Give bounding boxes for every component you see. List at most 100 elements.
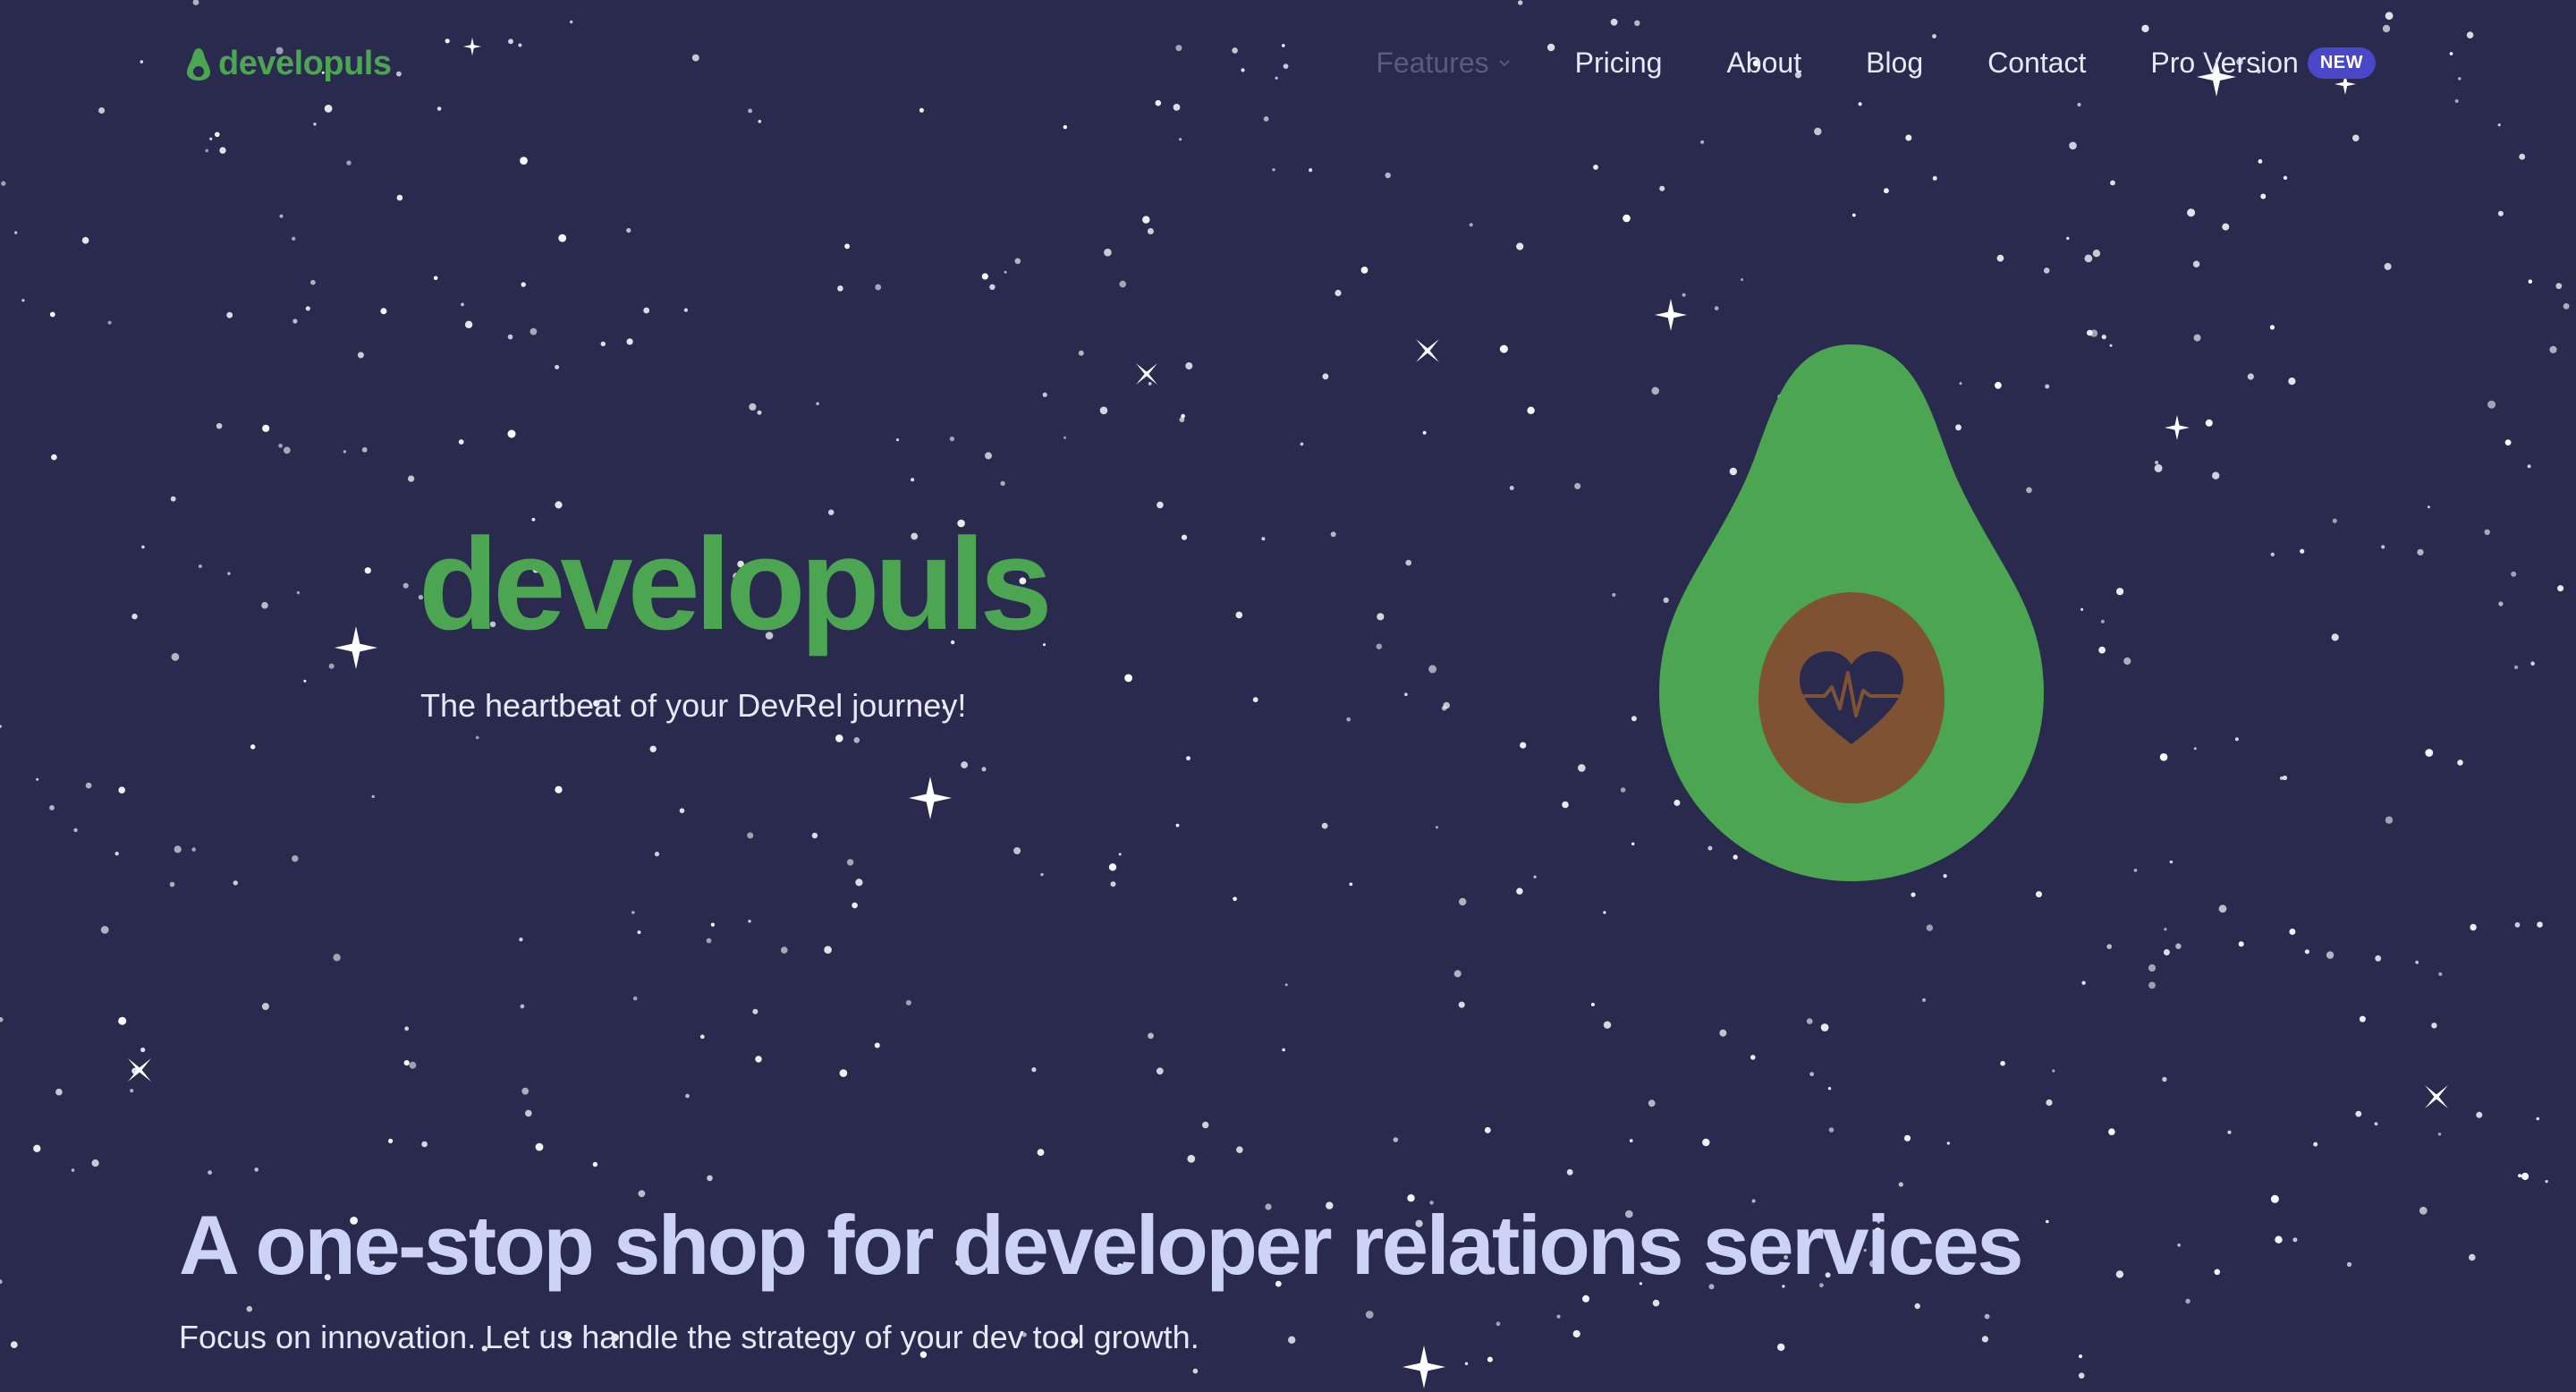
- star-dot: [2260, 193, 2267, 199]
- star-dot: [654, 852, 660, 857]
- star-dot: [1700, 140, 1705, 144]
- star-dot: [283, 446, 291, 454]
- star-dot: [2169, 860, 2174, 864]
- star-dot: [1377, 613, 1385, 621]
- star-dot: [837, 285, 843, 292]
- star-dot: [1104, 248, 1112, 257]
- star-dot: [1828, 1127, 1835, 1133]
- star-dot: [1284, 983, 1288, 987]
- star-dot: [507, 334, 513, 340]
- star-dot: [2115, 1270, 2124, 1278]
- star-dot: [1300, 442, 1304, 446]
- star-dot: [1261, 537, 1266, 541]
- star-dot: [130, 1089, 134, 1093]
- nav-item-pro-version[interactable]: Pro Version NEW: [2150, 47, 2376, 80]
- star-dot: [71, 1168, 75, 1172]
- star-dot: [361, 446, 368, 453]
- nav-item-blog[interactable]: Blog: [1866, 47, 1923, 80]
- star-dot: [2504, 439, 2512, 446]
- star-dot: [1202, 1121, 1209, 1129]
- star-dot: [1631, 716, 1637, 722]
- star-dot: [118, 1016, 127, 1025]
- star-dot: [1288, 1336, 1296, 1345]
- star-dot: [748, 920, 751, 923]
- star-dot: [2100, 619, 2105, 624]
- star-dot: [1922, 997, 1926, 1002]
- star-dot: [530, 327, 538, 335]
- nav-item-contact[interactable]: Contact: [1987, 47, 2086, 80]
- nav-item-about[interactable]: About: [1726, 47, 1801, 80]
- star-dot: [421, 1141, 428, 1148]
- star-dot: [2079, 1354, 2082, 1359]
- star-dot: [1487, 1356, 1493, 1362]
- star-dot: [1620, 787, 1626, 793]
- hero-subtitle: The heartbeat of your DevRel journey!: [420, 687, 967, 724]
- star-dot: [396, 194, 403, 201]
- star-dot: [1590, 1002, 1595, 1006]
- star-dot: [2046, 1099, 2053, 1107]
- star-dot: [1000, 480, 1005, 487]
- sparkle-star-icon: [1655, 299, 1687, 331]
- star-dot: [262, 424, 270, 432]
- nav-item-features[interactable]: Features: [1376, 47, 1510, 80]
- star-dot: [388, 1138, 394, 1143]
- nav-item-pricing[interactable]: Pricing: [1575, 47, 1663, 80]
- star-dot: [2187, 208, 2196, 217]
- star-dot: [2487, 400, 2496, 409]
- star-dot: [555, 501, 563, 509]
- star-dot: [216, 422, 223, 429]
- star-dot: [2164, 928, 2167, 931]
- star-dot: [402, 582, 409, 589]
- star-dot: [1631, 842, 1635, 845]
- star-dot: [250, 744, 256, 750]
- star-dot: [169, 881, 175, 887]
- star-dot: [1349, 882, 1353, 887]
- star-dot: [310, 279, 316, 285]
- star-dot: [2052, 1069, 2055, 1073]
- star-dot: [141, 545, 145, 549]
- star-dot: [33, 1144, 41, 1153]
- star-dot: [2431, 1023, 2437, 1029]
- top-navigation: developuls Features Pricing About Blog C…: [0, 0, 2576, 138]
- star-dot: [140, 1047, 146, 1053]
- star-dot: [209, 137, 213, 140]
- star-dot: [2375, 955, 2382, 962]
- landing-page: developuls Features Pricing About Blog C…: [0, 0, 2576, 1392]
- star-dot: [118, 786, 125, 794]
- nav-item-label: Features: [1376, 47, 1489, 79]
- star-dot: [555, 364, 560, 369]
- star-dot: [1852, 213, 1856, 217]
- star-dot: [2415, 960, 2419, 964]
- hero-title: developuls: [419, 511, 1053, 657]
- star-dot: [1110, 881, 1116, 887]
- star-dot: [710, 922, 716, 927]
- star-dot: [2066, 236, 2070, 241]
- star-dot: [1078, 350, 1084, 356]
- logo-link[interactable]: developuls: [186, 45, 392, 83]
- star-dot: [464, 320, 473, 328]
- star-dot: [824, 946, 832, 954]
- star-dot: [2536, 1116, 2540, 1121]
- star-dot: [2530, 661, 2535, 666]
- star-dot: [0, 1017, 4, 1023]
- star-dot: [21, 299, 25, 302]
- star-dot: [1652, 1299, 1660, 1307]
- star-dot: [525, 1109, 532, 1117]
- star-dot: [1562, 801, 1569, 809]
- star-dot: [2175, 943, 2182, 949]
- star-dot: [1422, 430, 1427, 435]
- star-dot: [1435, 826, 1438, 829]
- nav-item-label: Blog: [1866, 47, 1924, 79]
- star-dot: [1118, 853, 1122, 856]
- nav-links: Features Pricing About Blog Contact Pro …: [1376, 47, 2376, 80]
- star-dot: [1629, 1139, 1633, 1142]
- star-dot: [1682, 293, 1686, 297]
- star-dot: [2192, 260, 2200, 267]
- star-dot: [81, 236, 89, 244]
- star-dot: [404, 1026, 410, 1031]
- star-dot: [403, 1060, 410, 1066]
- star-dot: [2332, 518, 2337, 523]
- star-dot: [1037, 1149, 1045, 1156]
- star-dot: [1516, 242, 1524, 250]
- star-dot: [2101, 335, 2106, 340]
